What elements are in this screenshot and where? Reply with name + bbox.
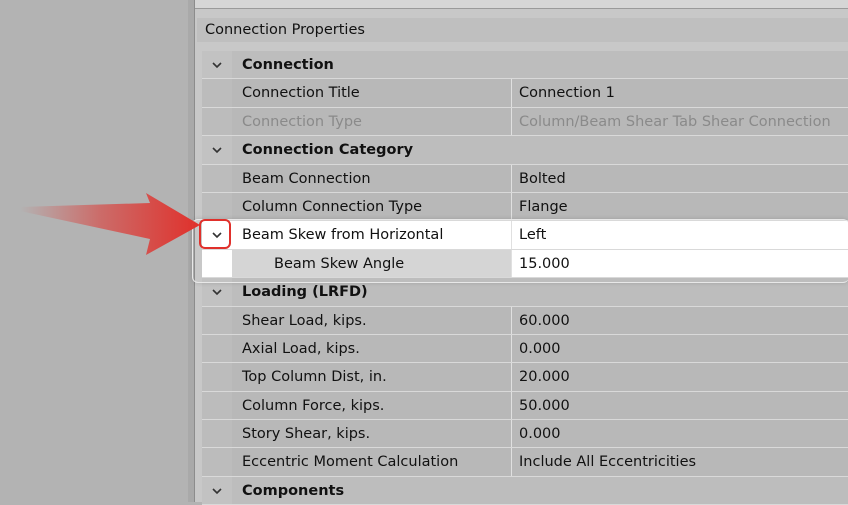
property-value[interactable]: Column/Beam Shear Tab Shear Connection bbox=[513, 108, 848, 135]
row-gutter bbox=[202, 164, 232, 192]
pointer-arrow-icon bbox=[20, 193, 200, 255]
row-gutter bbox=[202, 136, 232, 164]
chevron-down-icon[interactable] bbox=[210, 58, 224, 72]
row-gutter bbox=[202, 51, 232, 79]
row-gutter bbox=[202, 420, 232, 448]
panel-title: Connection Properties bbox=[197, 18, 848, 42]
property-row[interactable]: Axial Load, kips. 0.000 bbox=[202, 334, 848, 364]
property-row[interactable]: Story Shear, kips. 0.000 bbox=[202, 420, 848, 449]
category-row[interactable]: Components bbox=[202, 476, 848, 505]
expander-highlight-box bbox=[199, 219, 231, 249]
property-name: Connection Title bbox=[232, 79, 512, 107]
category-row[interactable]: Connection Category bbox=[202, 136, 848, 165]
property-name: Shear Load, kips. bbox=[232, 306, 512, 334]
property-name: Top Column Dist, in. bbox=[232, 363, 512, 391]
category-label: Components bbox=[242, 482, 345, 499]
row-gutter bbox=[202, 107, 232, 136]
property-row[interactable]: Beam Skew Angle 15.000 bbox=[202, 249, 848, 279]
property-row[interactable]: Connection Title Connection 1 bbox=[202, 79, 848, 108]
property-row[interactable]: Column Connection Type Flange bbox=[202, 192, 848, 222]
property-name: Column Connection Type bbox=[232, 192, 512, 221]
property-name: Axial Load, kips. bbox=[232, 334, 512, 363]
property-value[interactable]: 20.000 bbox=[513, 363, 848, 390]
property-name: Beam Connection bbox=[232, 164, 512, 192]
chevron-down-icon[interactable] bbox=[210, 285, 224, 299]
category-label: Connection bbox=[242, 57, 334, 73]
row-gutter bbox=[202, 79, 232, 107]
row-gutter bbox=[202, 249, 232, 278]
property-row[interactable]: Beam Connection Bolted bbox=[202, 164, 848, 193]
property-value[interactable]: Connection 1 bbox=[513, 79, 848, 106]
property-value[interactable]: Bolted bbox=[513, 165, 848, 192]
row-gutter bbox=[202, 448, 232, 476]
row-gutter bbox=[202, 391, 232, 420]
property-name: Column Force, kips. bbox=[232, 391, 512, 420]
property-row[interactable]: Connection Type Column/Beam Shear Tab She… bbox=[202, 107, 848, 137]
property-value[interactable]: 60.000 bbox=[513, 307, 848, 334]
category-label: Loading (LRFD) bbox=[242, 284, 368, 301]
row-gutter bbox=[202, 192, 232, 221]
property-grid: Connection Connection Title Connection 1 Co… bbox=[202, 51, 848, 505]
property-name: Beam Skew Angle bbox=[232, 249, 512, 278]
property-value[interactable]: 50.000 bbox=[513, 392, 848, 419]
property-value[interactable]: Flange bbox=[513, 193, 848, 220]
row-gutter bbox=[202, 278, 232, 306]
category-row[interactable]: Loading (LRFD) bbox=[202, 278, 848, 307]
chevron-down-icon[interactable] bbox=[210, 484, 224, 498]
property-name: Eccentric Moment Calculation bbox=[232, 448, 512, 476]
row-gutter bbox=[202, 334, 232, 363]
panel-top-bar bbox=[195, 0, 848, 9]
property-row[interactable]: Eccentric Moment Calculation Include All … bbox=[202, 448, 848, 477]
category-row[interactable]: Connection bbox=[202, 51, 848, 80]
chevron-down-icon[interactable] bbox=[210, 143, 224, 157]
property-name: Story Shear, kips. bbox=[232, 420, 512, 448]
property-row[interactable]: Shear Load, kips. 60.000 bbox=[202, 306, 848, 335]
property-row[interactable]: Beam Skew from Horizontal Left bbox=[202, 221, 848, 250]
row-gutter bbox=[202, 476, 232, 505]
property-name: Beam Skew from Horizontal bbox=[232, 221, 512, 249]
property-value[interactable]: Left bbox=[513, 221, 848, 249]
category-label: Connection Category bbox=[242, 142, 414, 159]
property-row[interactable]: Column Force, kips. 50.000 bbox=[202, 391, 848, 421]
property-value[interactable]: 0.000 bbox=[513, 335, 848, 362]
property-row[interactable]: Top Column Dist, in. 20.000 bbox=[202, 363, 848, 392]
property-value[interactable]: 0.000 bbox=[513, 420, 848, 447]
property-name: Connection Type bbox=[232, 107, 512, 136]
property-value[interactable]: 15.000 bbox=[513, 249, 848, 278]
property-value[interactable]: Include All Eccentricities bbox=[513, 448, 848, 475]
row-gutter bbox=[202, 363, 232, 391]
row-gutter bbox=[202, 306, 232, 334]
